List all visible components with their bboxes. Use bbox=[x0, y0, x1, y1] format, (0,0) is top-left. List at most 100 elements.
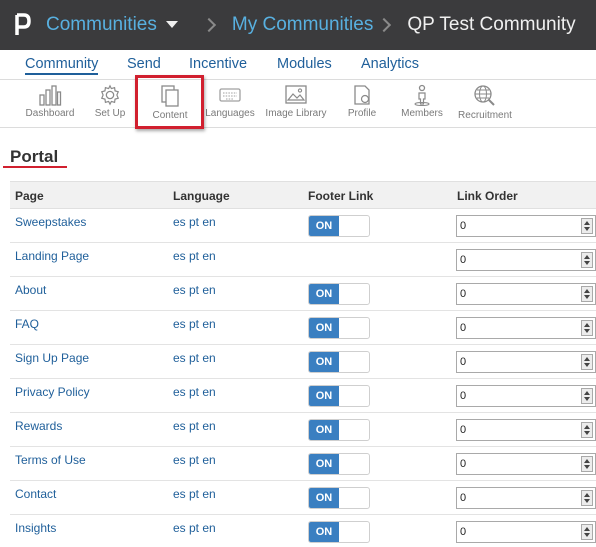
link-order-stepper[interactable] bbox=[456, 249, 596, 271]
link-order-input[interactable] bbox=[457, 250, 577, 270]
footer-link-toggle[interactable]: ON bbox=[308, 351, 370, 373]
footer-link-toggle[interactable]: ON bbox=[308, 215, 370, 237]
spin-up-icon[interactable] bbox=[584, 221, 590, 225]
spin-up-icon[interactable] bbox=[584, 289, 590, 293]
subnav-image-library[interactable]: Image Library bbox=[263, 81, 329, 127]
language-links[interactable]: es pt en bbox=[173, 419, 216, 433]
spin-up-icon[interactable] bbox=[584, 459, 590, 463]
spin-up-icon[interactable] bbox=[584, 357, 590, 361]
subnav-recruitment[interactable]: Recruitment bbox=[455, 81, 515, 127]
page-link[interactable]: Privacy Policy bbox=[15, 385, 90, 399]
tab-analytics[interactable]: Analytics bbox=[361, 56, 419, 72]
toggle-on-label: ON bbox=[309, 522, 339, 542]
spin-up-icon[interactable] bbox=[584, 391, 590, 395]
language-links[interactable]: es pt en bbox=[173, 283, 216, 297]
language-links[interactable]: es pt en bbox=[173, 385, 216, 399]
app-logo[interactable] bbox=[0, 0, 46, 50]
spinner-arrows-icon[interactable] bbox=[581, 388, 593, 404]
spinner-arrows-icon[interactable] bbox=[581, 490, 593, 506]
subnav-setup[interactable]: Set Up bbox=[90, 81, 130, 127]
spin-down-icon[interactable] bbox=[584, 431, 590, 435]
subnav-profile[interactable]: Profile bbox=[342, 81, 382, 127]
link-order-input[interactable] bbox=[457, 454, 577, 474]
language-links[interactable]: es pt en bbox=[173, 249, 216, 263]
link-order-stepper[interactable] bbox=[456, 283, 596, 305]
spinner-arrows-icon[interactable] bbox=[581, 286, 593, 302]
footer-link-toggle[interactable]: ON bbox=[308, 317, 370, 339]
subnav-members[interactable]: Members bbox=[398, 81, 446, 127]
spin-down-icon[interactable] bbox=[584, 397, 590, 401]
spinner-arrows-icon[interactable] bbox=[581, 422, 593, 438]
spin-down-icon[interactable] bbox=[584, 329, 590, 333]
tab-incentive[interactable]: Incentive bbox=[189, 56, 247, 72]
page-link[interactable]: Sweepstakes bbox=[15, 215, 86, 229]
spin-down-icon[interactable] bbox=[584, 227, 590, 231]
spin-down-icon[interactable] bbox=[584, 261, 590, 265]
spinner-arrows-icon[interactable] bbox=[581, 354, 593, 370]
link-order-stepper[interactable] bbox=[456, 215, 596, 237]
column-header-page: Page bbox=[15, 189, 44, 203]
link-order-input[interactable] bbox=[457, 318, 577, 338]
footer-link-toggle[interactable]: ON bbox=[308, 419, 370, 441]
toggle-on-label: ON bbox=[309, 284, 339, 304]
link-order-stepper[interactable] bbox=[456, 453, 596, 475]
toggle-on-label: ON bbox=[309, 318, 339, 338]
page-link[interactable]: Sign Up Page bbox=[15, 351, 89, 365]
chevron-down-icon[interactable] bbox=[165, 20, 178, 28]
link-order-stepper[interactable] bbox=[456, 385, 596, 407]
link-order-stepper[interactable] bbox=[456, 487, 596, 509]
subnav-dashboard[interactable]: Dashboard bbox=[24, 81, 76, 127]
link-order-stepper[interactable] bbox=[456, 521, 596, 543]
footer-link-toggle[interactable]: ON bbox=[308, 283, 370, 305]
link-order-input[interactable] bbox=[457, 488, 577, 508]
link-order-input[interactable] bbox=[457, 420, 577, 440]
link-order-input[interactable] bbox=[457, 352, 577, 372]
link-order-input[interactable] bbox=[457, 522, 577, 542]
language-links[interactable]: es pt en bbox=[173, 453, 216, 467]
language-links[interactable]: es pt en bbox=[173, 317, 216, 331]
spin-down-icon[interactable] bbox=[584, 295, 590, 299]
spin-down-icon[interactable] bbox=[584, 363, 590, 367]
page-link[interactable]: FAQ bbox=[15, 317, 39, 331]
spinner-arrows-icon[interactable] bbox=[581, 320, 593, 336]
breadcrumb-my-communities[interactable]: My Communities bbox=[232, 14, 373, 36]
page-link[interactable]: Rewards bbox=[15, 419, 62, 433]
footer-link-toggle[interactable]: ON bbox=[308, 453, 370, 475]
page-link[interactable]: Landing Page bbox=[15, 249, 89, 263]
footer-link-toggle[interactable]: ON bbox=[308, 385, 370, 407]
toggle-on-label: ON bbox=[309, 488, 339, 508]
page-link[interactable]: About bbox=[15, 283, 46, 297]
link-order-input[interactable] bbox=[457, 284, 577, 304]
footer-link-toggle[interactable]: ON bbox=[308, 521, 370, 543]
page-link[interactable]: Insights bbox=[15, 521, 56, 535]
spin-up-icon[interactable] bbox=[584, 425, 590, 429]
spin-down-icon[interactable] bbox=[584, 533, 590, 537]
page-link[interactable]: Contact bbox=[15, 487, 56, 501]
link-order-stepper[interactable] bbox=[456, 419, 596, 441]
spin-up-icon[interactable] bbox=[584, 527, 590, 531]
tab-modules[interactable]: Modules bbox=[277, 56, 332, 72]
spin-up-icon[interactable] bbox=[584, 323, 590, 327]
spin-down-icon[interactable] bbox=[584, 499, 590, 503]
link-order-input[interactable] bbox=[457, 216, 577, 236]
spinner-arrows-icon[interactable] bbox=[581, 218, 593, 234]
spinner-arrows-icon[interactable] bbox=[581, 524, 593, 540]
footer-link-toggle[interactable]: ON bbox=[308, 487, 370, 509]
language-links[interactable]: es pt en bbox=[173, 487, 216, 501]
spin-down-icon[interactable] bbox=[584, 465, 590, 469]
language-links[interactable]: es pt en bbox=[173, 351, 216, 365]
subnav-languages[interactable]: Languages bbox=[204, 81, 256, 127]
spin-up-icon[interactable] bbox=[584, 493, 590, 497]
language-links[interactable]: es pt en bbox=[173, 215, 216, 229]
link-order-stepper[interactable] bbox=[456, 317, 596, 339]
link-order-stepper[interactable] bbox=[456, 351, 596, 373]
tab-community[interactable]: Community bbox=[25, 56, 99, 75]
tab-send[interactable]: Send bbox=[127, 56, 161, 72]
spinner-arrows-icon[interactable] bbox=[581, 252, 593, 268]
language-links[interactable]: es pt en bbox=[173, 521, 216, 535]
spin-up-icon[interactable] bbox=[584, 255, 590, 259]
spinner-arrows-icon[interactable] bbox=[581, 456, 593, 472]
page-link[interactable]: Terms of Use bbox=[15, 453, 86, 467]
communities-menu[interactable]: Communities bbox=[46, 14, 157, 36]
link-order-input[interactable] bbox=[457, 386, 577, 406]
